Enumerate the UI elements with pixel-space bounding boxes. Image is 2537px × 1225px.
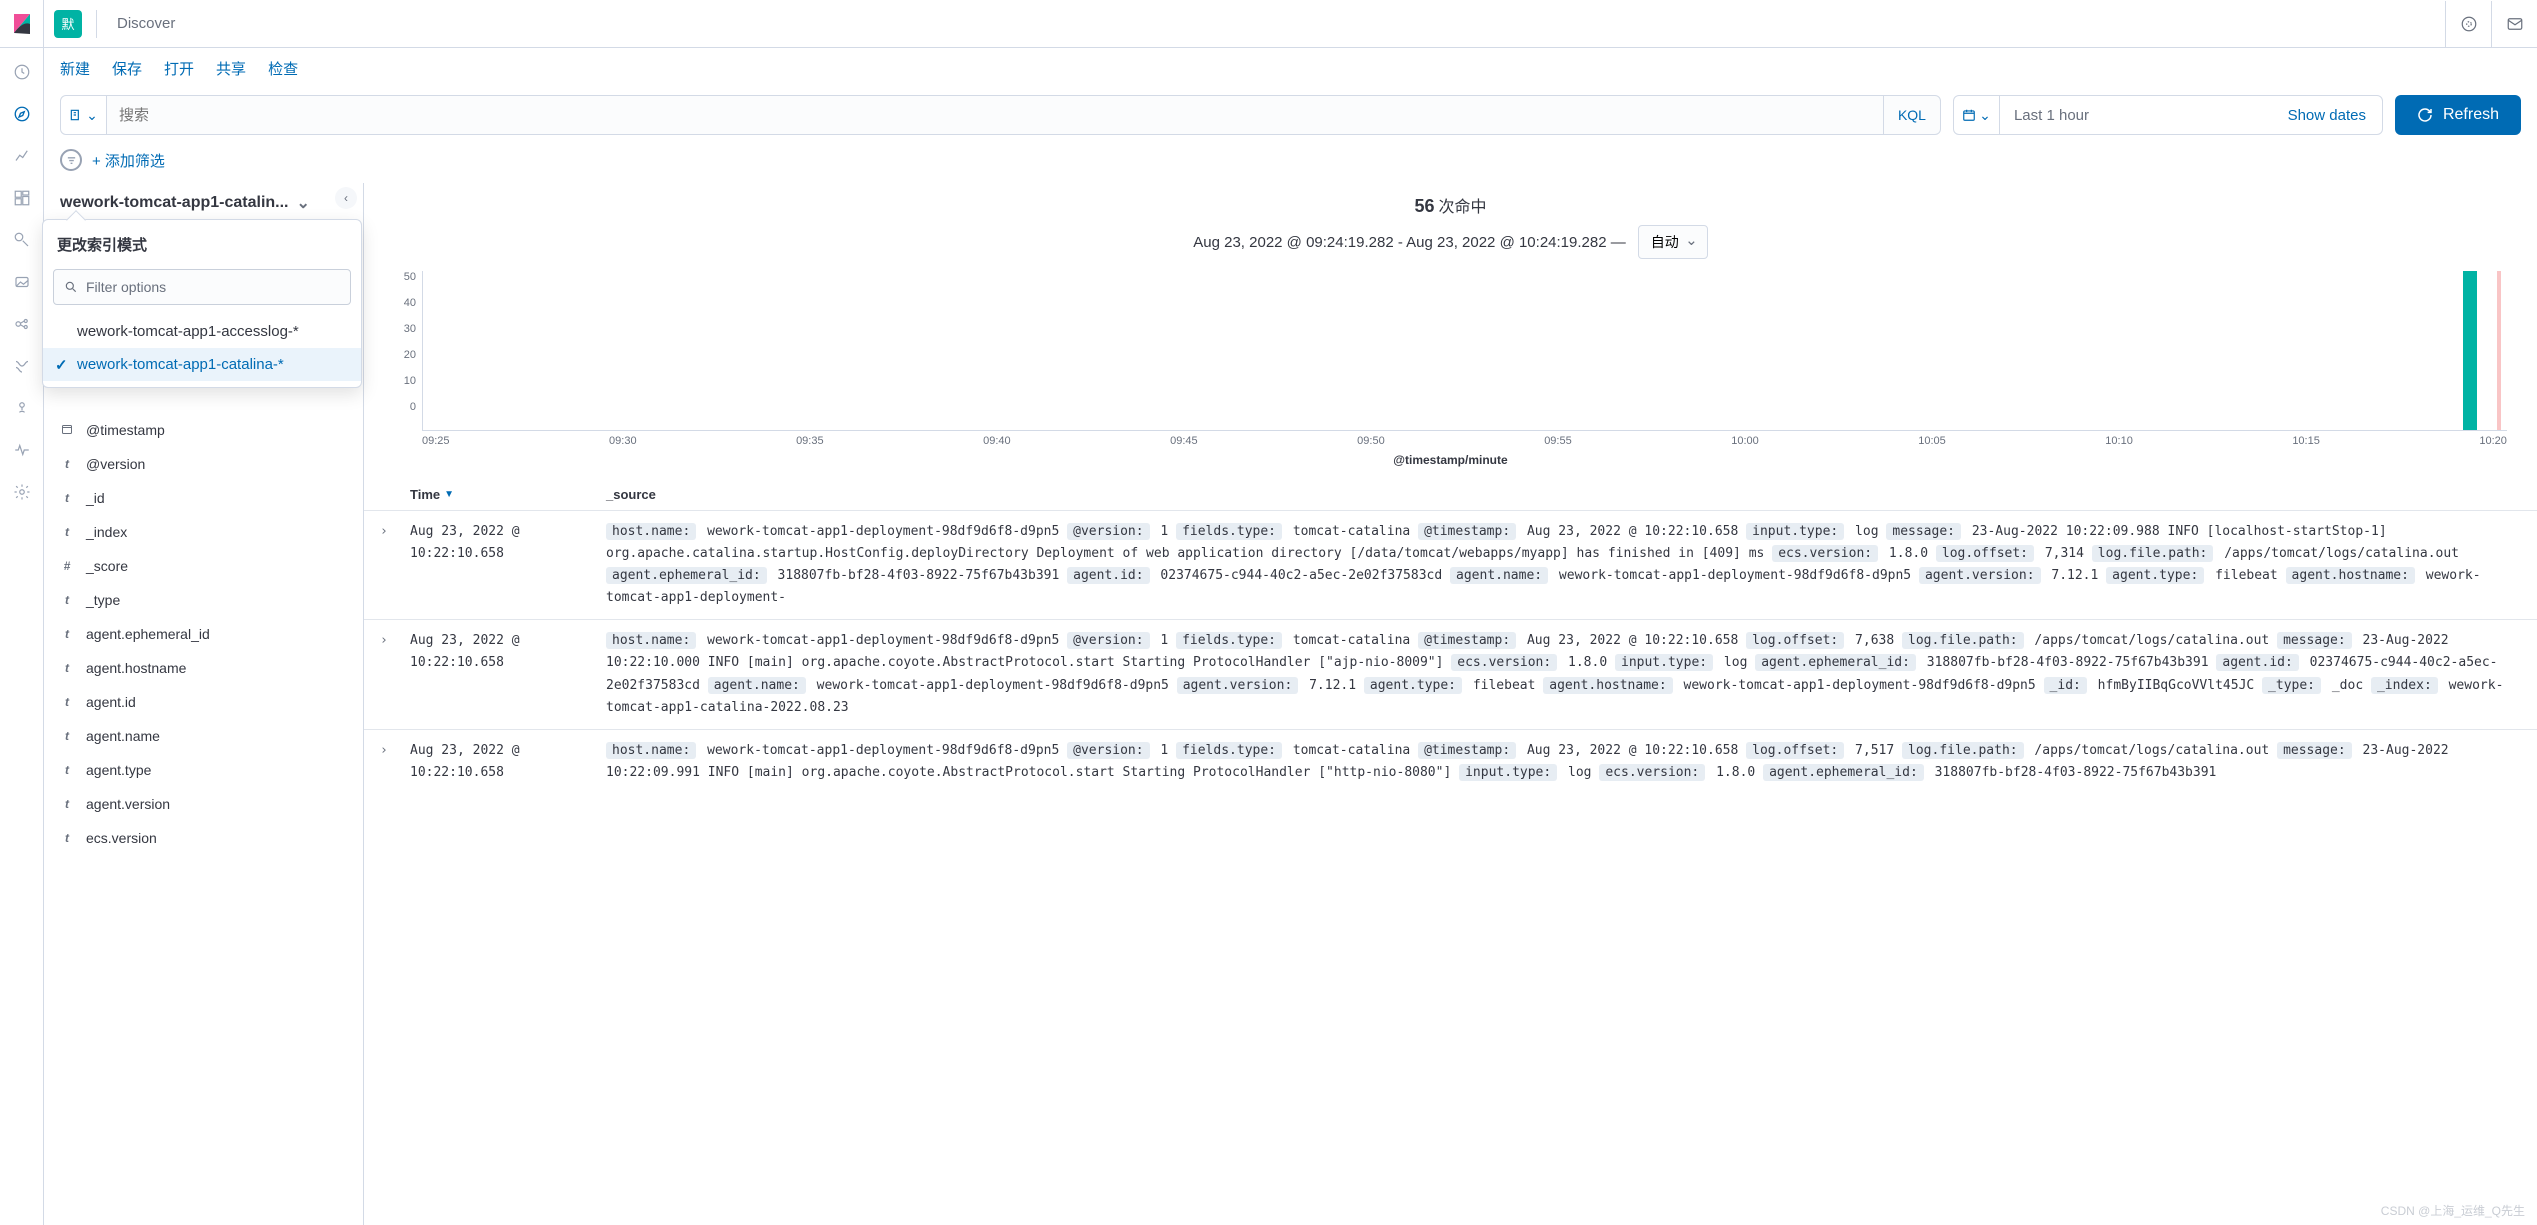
inspect-button[interactable]: 检查 [268,58,298,79]
index-pattern-option[interactable]: wework-tomcat-app1-catalina-* [43,348,361,381]
mail-icon[interactable] [2491,1,2537,47]
table-row: ›Aug 23, 2022 @ 10:22:10.658host.name: w… [364,619,2537,728]
nav-apm-icon[interactable] [10,438,34,462]
timepicker: ⌄ Last 1 hour Show dates [1953,95,2383,135]
hits-header: 56 次命中 [364,183,2537,219]
nav-canvas-icon[interactable] [10,228,34,252]
row-time: Aug 23, 2022 @ 10:22:10.658 [410,630,606,718]
watermark: CSDN @上海_运维_Q先生 [2381,1202,2525,1219]
open-button[interactable]: 打开 [164,58,194,79]
add-filter-link[interactable]: + 添加筛选 [92,150,165,171]
nav-ml-icon[interactable] [10,312,34,336]
table-row: ›Aug 23, 2022 @ 10:22:10.658host.name: w… [364,510,2537,619]
row-time: Aug 23, 2022 @ 10:22:10.658 [410,740,606,784]
collapse-sidebar-icon[interactable]: ‹ [335,187,357,209]
table-row: ›Aug 23, 2022 @ 10:22:10.658host.name: w… [364,729,2537,794]
refresh-label: Refresh [2443,106,2499,124]
kql-toggle[interactable]: KQL [1883,96,1940,134]
nav-maps-icon[interactable] [10,270,34,294]
hits-count: 56 [1415,196,1435,216]
row-time: Aug 23, 2022 @ 10:22:10.658 [410,521,606,609]
index-pattern-popover: 更改索引模式 Filter options wework-tomcat-app1… [42,219,362,388]
kibana-logo[interactable] [0,0,44,48]
time-range-display: Aug 23, 2022 @ 09:24:19.282 - Aug 23, 20… [1193,234,1625,251]
expand-row-icon[interactable]: › [380,630,410,718]
nav-dashboard-icon[interactable] [10,186,34,210]
field-item[interactable]: t_type [60,583,355,617]
field-item[interactable]: tagent.version [60,787,355,821]
popover-filter[interactable]: Filter options [53,269,351,305]
expand-row-icon[interactable]: › [380,740,410,784]
field-item[interactable]: tagent.name [60,719,355,753]
show-dates-link[interactable]: Show dates [2272,96,2382,134]
field-item[interactable]: @timestamp [60,413,355,447]
index-pattern-name: wework-tomcat-app1-catalin... [60,194,289,212]
popover-filter-placeholder: Filter options [86,279,166,295]
col-source[interactable]: _source [606,487,2521,502]
col-time[interactable]: Time ▼ [410,487,606,502]
share-button[interactable]: 共享 [216,58,246,79]
field-item[interactable]: tagent.hostname [60,651,355,685]
sort-desc-icon: ▼ [444,489,454,500]
nav-logs-icon[interactable] [10,396,34,420]
time-range-text[interactable]: Last 1 hour [2000,96,2272,134]
space-badge[interactable]: 默 [54,10,82,38]
action-toolbar: 新建 保存 打开 共享 检查 [44,48,2537,89]
expand-row-icon[interactable]: › [380,521,410,609]
newsfeed-icon[interactable] [2445,1,2491,47]
filter-options-icon[interactable] [60,149,82,171]
new-button[interactable]: 新建 [60,58,90,79]
page-title: Discover [101,15,191,32]
row-source: host.name: wework-tomcat-app1-deployment… [606,521,2521,609]
row-source: host.name: wework-tomcat-app1-deployment… [606,630,2521,718]
index-pattern-option[interactable]: wework-tomcat-app1-accesslog-* [43,315,361,348]
field-item[interactable]: t_id [60,481,355,515]
field-item[interactable]: tagent.type [60,753,355,787]
nav-management-icon[interactable] [10,480,34,504]
nav-discover-icon[interactable] [10,102,34,126]
interval-select[interactable]: 自动 [1638,225,1708,259]
calendar-button[interactable]: ⌄ [1954,96,2000,134]
refresh-button[interactable]: Refresh [2395,95,2521,135]
field-item[interactable]: tecs.version [60,821,355,855]
divider [96,10,97,38]
x-axis-title: @timestamp/minute [364,447,2537,479]
field-item[interactable]: tagent.id [60,685,355,719]
chevron-down-icon: ⌄ [297,193,310,213]
nav-recent-icon[interactable] [10,60,34,84]
popover-title: 更改索引模式 [43,220,361,265]
search-bar: ⌄ KQL [60,95,1941,135]
search-input[interactable] [107,96,1883,134]
index-pattern-selector[interactable]: wework-tomcat-app1-catalin... ⌄ [60,183,355,223]
side-nav [0,48,44,1225]
histogram-chart[interactable]: 50403020100 [364,271,2537,431]
nav-metrics-icon[interactable] [10,354,34,378]
nav-visualize-icon[interactable] [10,144,34,168]
app-header: 默 Discover [0,0,2537,48]
field-item[interactable]: t_index [60,515,355,549]
saved-query-button[interactable]: ⌄ [61,96,107,134]
field-item[interactable]: t@version [60,447,355,481]
field-item[interactable]: tagent.ephemeral_id [60,617,355,651]
hits-label: 次命中 [1438,199,1486,216]
table-header: Time ▼ _source [364,479,2537,510]
fields-sidebar: wework-tomcat-app1-catalin... ⌄ ‹ 更改索引模式… [44,183,364,1225]
save-button[interactable]: 保存 [112,58,142,79]
field-item[interactable]: #_score [60,549,355,583]
row-source: host.name: wework-tomcat-app1-deployment… [606,740,2521,784]
